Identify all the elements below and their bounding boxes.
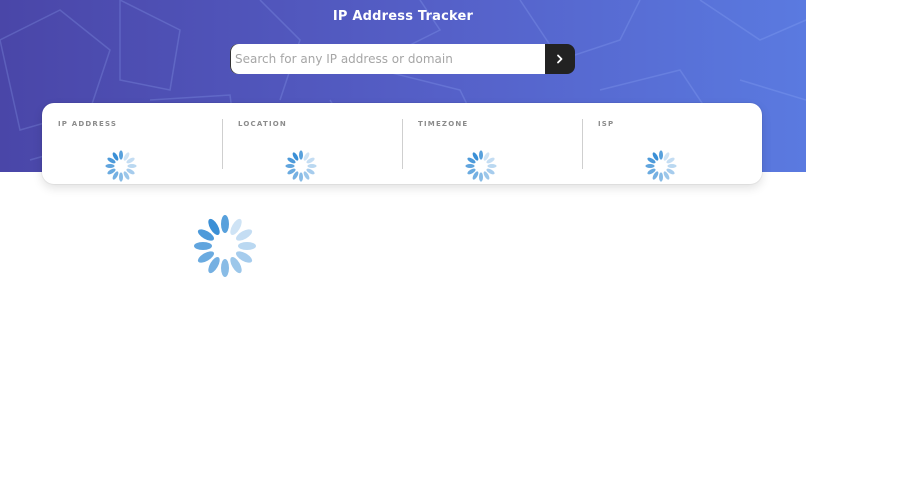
page-title: IP Address Tracker: [332, 9, 474, 24]
spinner-petal: [119, 172, 123, 182]
spinner-petal: [299, 172, 303, 182]
spinner-petal: [299, 150, 303, 160]
stat-label: ISP: [598, 120, 615, 128]
spinner-petal: [479, 150, 483, 160]
loading-spinner-icon: [105, 150, 137, 182]
stat-timezone: TIMEZONE: [402, 103, 582, 184]
ip-info-card: IP ADDRESS LOCATION TIMEZONE ISP: [42, 103, 762, 184]
stat-location: LOCATION: [222, 103, 402, 184]
chevron-right-icon: [557, 54, 563, 64]
spinner-petal: [667, 164, 677, 168]
stat-label: TIMEZONE: [418, 120, 469, 128]
spinner-petal: [307, 164, 317, 168]
stat-isp: ISP: [582, 103, 762, 184]
spinner-petal: [659, 172, 663, 182]
stat-label: IP ADDRESS: [58, 120, 118, 128]
spinner-petal: [238, 242, 256, 250]
spinner-petal: [487, 164, 497, 168]
stat-ip-address: IP ADDRESS: [42, 103, 222, 184]
spinner-petal: [127, 164, 137, 168]
map-loading-spinner-icon: [194, 215, 256, 277]
loading-spinner-icon: [285, 150, 317, 182]
spinner-petal: [479, 172, 483, 182]
search-input[interactable]: [230, 44, 545, 74]
loading-spinner-icon: [645, 150, 677, 182]
spinner-petal: [659, 150, 663, 160]
loading-spinner-icon: [465, 150, 497, 182]
spinner-petal: [221, 259, 229, 277]
spinner-petal: [194, 242, 212, 250]
stat-label: LOCATION: [238, 120, 287, 128]
spinner-petal: [119, 150, 123, 160]
spinner-petal: [285, 164, 295, 168]
search-form: [230, 44, 575, 74]
spinner-petal: [221, 215, 229, 233]
spinner-petal: [105, 164, 115, 168]
search-submit-button[interactable]: [545, 44, 575, 74]
spinner-petal: [645, 164, 655, 168]
spinner-petal: [465, 164, 475, 168]
